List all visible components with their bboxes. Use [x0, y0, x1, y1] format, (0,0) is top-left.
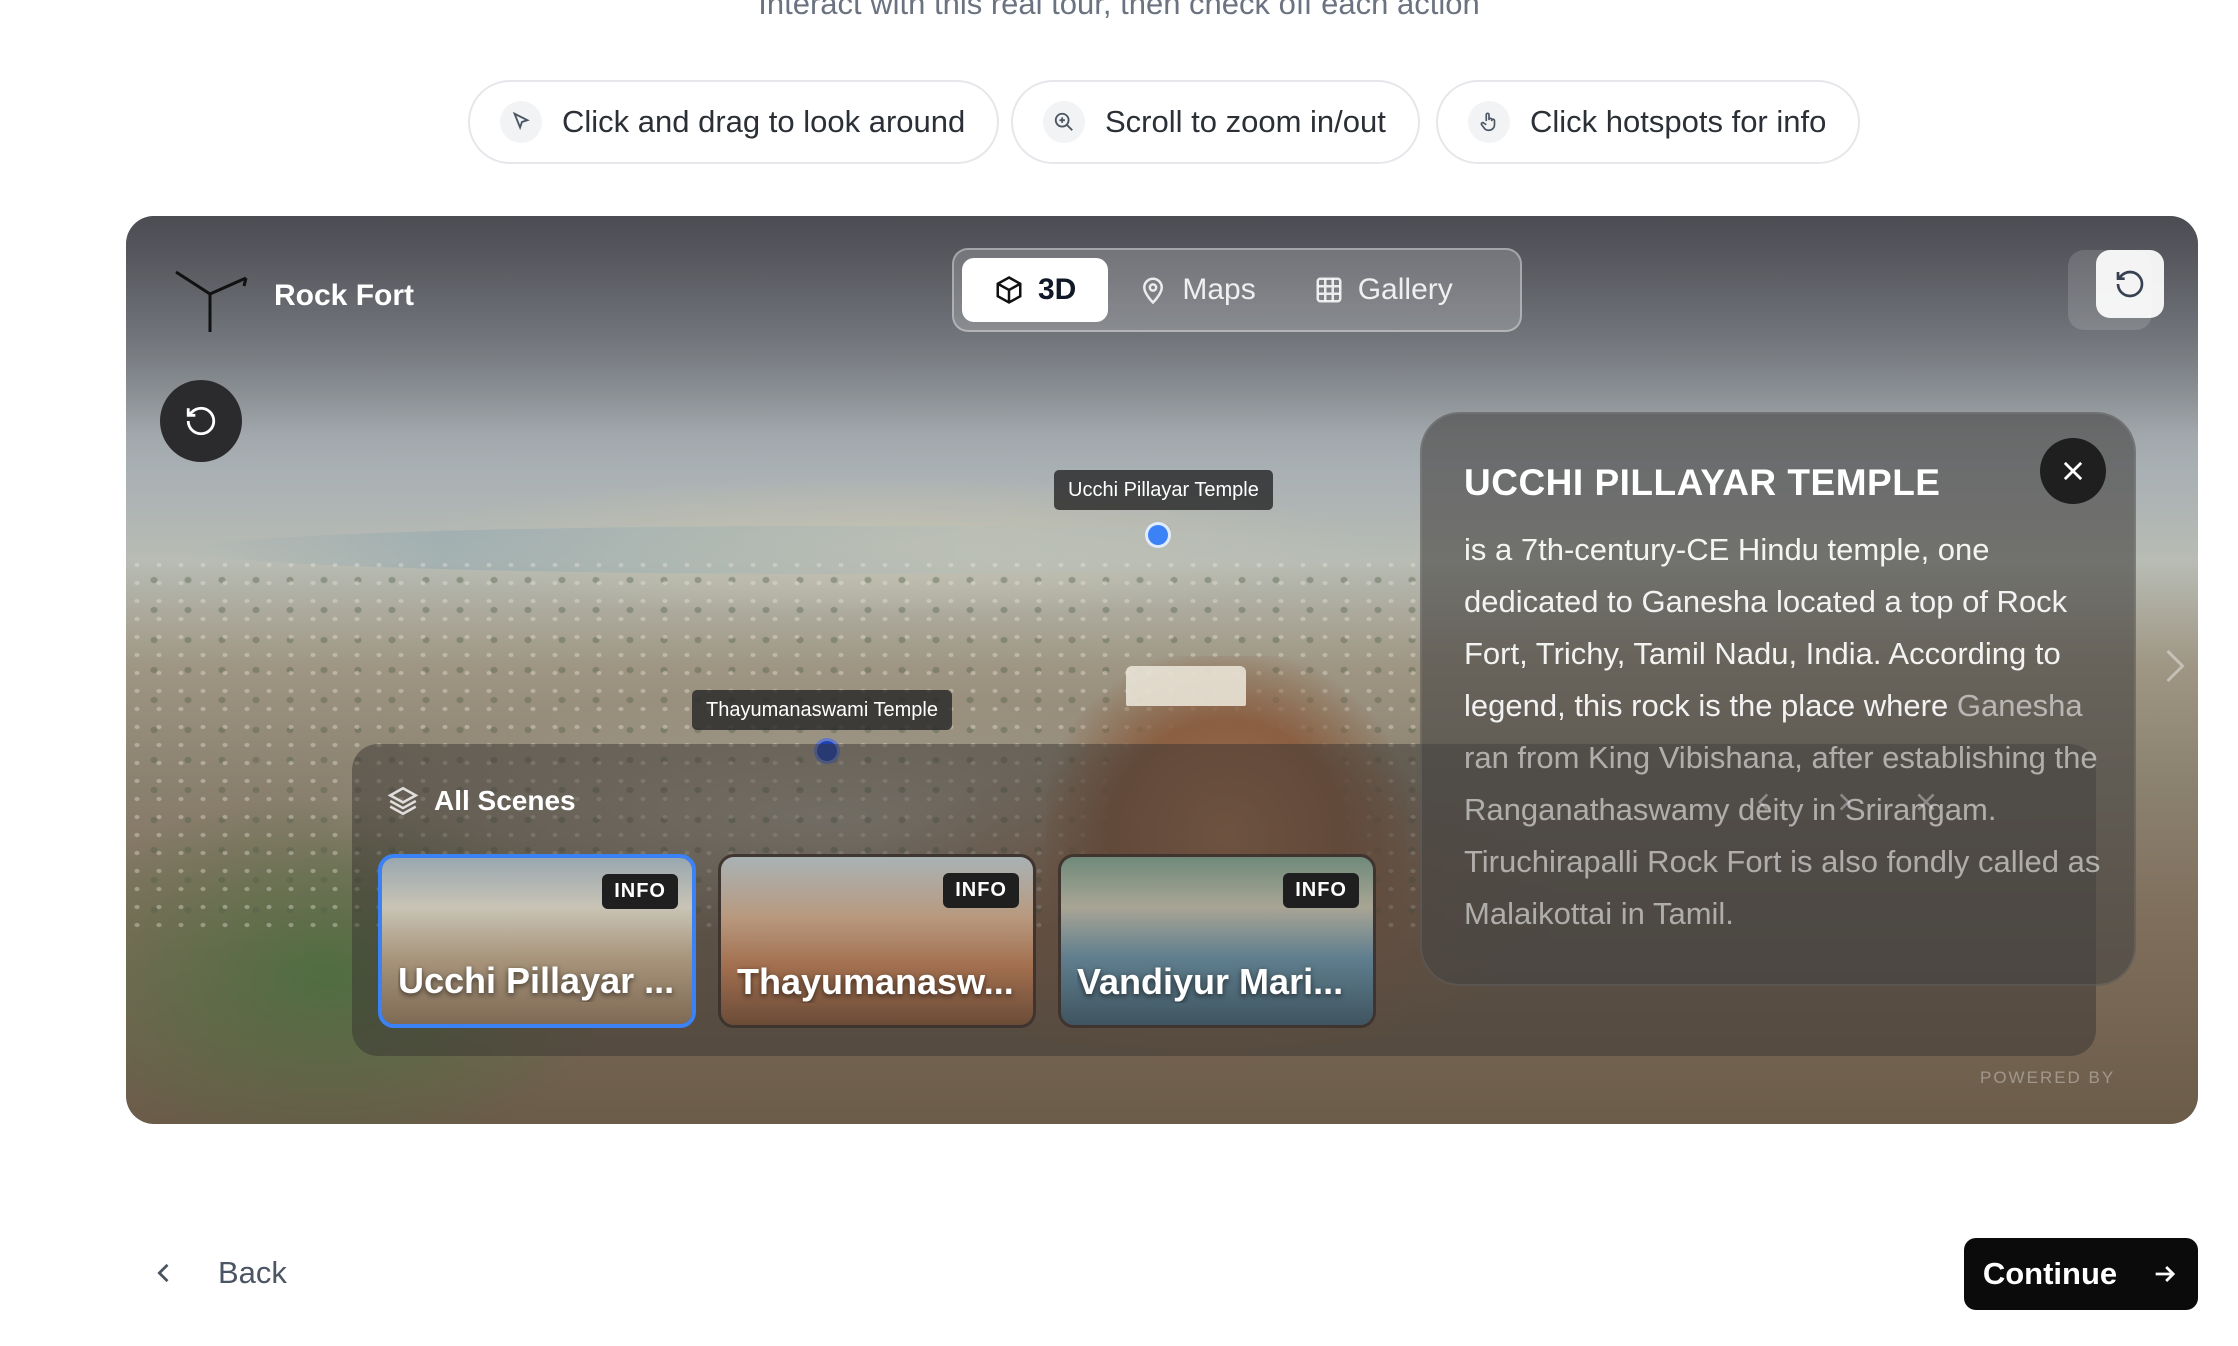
- grid-icon: [1316, 277, 1342, 303]
- scene-card-thayumanaswami[interactable]: INFO Thayumanasw...: [718, 854, 1036, 1028]
- back-label: Back: [218, 1255, 287, 1290]
- tab-maps[interactable]: Maps: [1108, 258, 1281, 322]
- hint-hotspots: Click hotspots for info: [1436, 80, 1861, 164]
- tab-gallery[interactable]: Gallery: [1282, 258, 1485, 322]
- hint-zoom: Scroll to zoom in/out: [1011, 80, 1420, 164]
- info-badge[interactable]: INFO: [602, 874, 678, 909]
- hint-label: Scroll to zoom in/out: [1105, 104, 1386, 139]
- chevron-right-icon[interactable]: [2160, 646, 2190, 686]
- hint-label: Click hotspots for info: [1530, 104, 1827, 139]
- instruction-subtitle: Interact with this real tour, then check…: [758, 0, 1480, 21]
- brand: Rock Fort: [170, 258, 414, 334]
- info-body-text-faded: Ganesha ran from King Vibishana, after e…: [1464, 688, 2101, 931]
- tab-label: Gallery: [1357, 273, 1453, 306]
- scene-card-title: Vandiyur Mari...: [1077, 961, 1344, 1002]
- tab-3d[interactable]: 3D: [962, 258, 1109, 322]
- reset-view-button[interactable]: [2096, 250, 2164, 318]
- view-mode-tabs: 3D Maps Gallery: [952, 248, 1522, 332]
- powered-by-label: POWERED BY: [1980, 1068, 2116, 1087]
- info-badge[interactable]: INFO: [943, 873, 1019, 908]
- info-description: is a 7th-century-CE Hindu temple, one de…: [1464, 524, 2104, 940]
- chevron-left-icon: [157, 1263, 169, 1283]
- logo-icon: [175, 270, 248, 332]
- rotate-ccw-icon: [2116, 270, 2144, 298]
- tab-label: Maps: [1182, 273, 1256, 306]
- hint-drag: Click and drag to look around: [468, 80, 1000, 164]
- hint-label: Click and drag to look around: [562, 104, 966, 139]
- hotspot-ucchi-pillayar[interactable]: [1145, 522, 1171, 548]
- scenes-title-label: All Scenes: [434, 785, 576, 816]
- panorama-temple: [1126, 666, 1246, 706]
- rotate-ccw-icon: [186, 406, 216, 436]
- zoom-in-icon: [1043, 101, 1085, 143]
- cube-icon: [996, 276, 1022, 304]
- layers-icon: [387, 786, 419, 816]
- tab-label: 3D: [1038, 273, 1077, 306]
- scene-card-title: Ucchi Pillayar ...: [398, 960, 675, 1001]
- hotspot-info-panel: UCCHI PILLAYAR TEMPLE is a 7th-century-C…: [1420, 412, 2136, 986]
- info-badge[interactable]: INFO: [1283, 873, 1359, 908]
- tour-name: Rock Fort: [274, 279, 415, 312]
- close-icon: [2063, 461, 2083, 481]
- hotspot-label: Ucchi Pillayar Temple: [1054, 470, 1273, 510]
- tour-viewer[interactable]: Rock Fort 3D Maps Gallery Ucchi Pillayar…: [126, 216, 2198, 1124]
- scene-card-title: Thayumanasw...: [737, 961, 1014, 1002]
- scenes-title: All Scenes: [386, 784, 576, 818]
- hotspot-label: Thayumanaswami Temple: [692, 690, 952, 730]
- arrow-right-icon: [2155, 1266, 2176, 1282]
- info-close-button[interactable]: [2040, 438, 2106, 504]
- hand-pointer-icon: [1468, 101, 1510, 143]
- map-pin-icon: [1143, 277, 1164, 305]
- continue-button[interactable]: Continue: [1964, 1238, 2198, 1310]
- scene-card-vandiyur-mari[interactable]: INFO Vandiyur Mari...: [1058, 854, 1376, 1028]
- continue-label: Continue: [1982, 1256, 2118, 1291]
- reset-orientation-button[interactable]: [160, 380, 242, 462]
- cursor-icon: [500, 101, 542, 143]
- scene-card-ucchi-pillayar[interactable]: INFO Ucchi Pillayar ...: [378, 854, 696, 1028]
- info-title: UCCHI PILLAYAR TEMPLE: [1464, 462, 1941, 503]
- back-button[interactable]: Back: [150, 1238, 287, 1308]
